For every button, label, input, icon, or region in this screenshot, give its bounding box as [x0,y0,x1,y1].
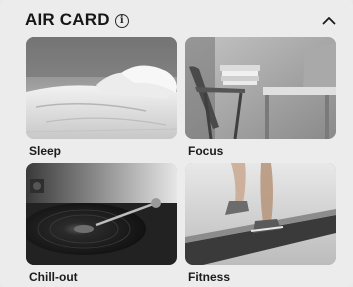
collapse-button[interactable] [319,10,339,30]
panel-title: AIR CARD [25,10,110,29]
card-grid: Sleep Focus Chill-out Fitness [26,37,337,287]
card-label: Focus [188,144,224,158]
desk-photo [185,37,336,139]
card-fitness[interactable]: Fitness [185,163,336,287]
treadmill-photo [185,163,336,265]
turntable-photo [26,163,177,265]
panel-header: AIR CARD i [25,9,343,31]
chevron-up-icon [322,16,336,24]
air-card-panel: AIR CARD i Sleep Focus Chill-out Fitness [0,0,353,287]
card-label: Fitness [188,270,231,284]
card-focus[interactable]: Focus [185,37,336,163]
info-circle-icon[interactable]: i [114,13,129,28]
card-label: Chill-out [29,270,78,284]
card-sleep[interactable]: Sleep [26,37,177,163]
card-chill-out[interactable]: Chill-out [26,163,177,287]
card-label: Sleep [29,144,62,158]
bedroom-photo [26,37,177,139]
